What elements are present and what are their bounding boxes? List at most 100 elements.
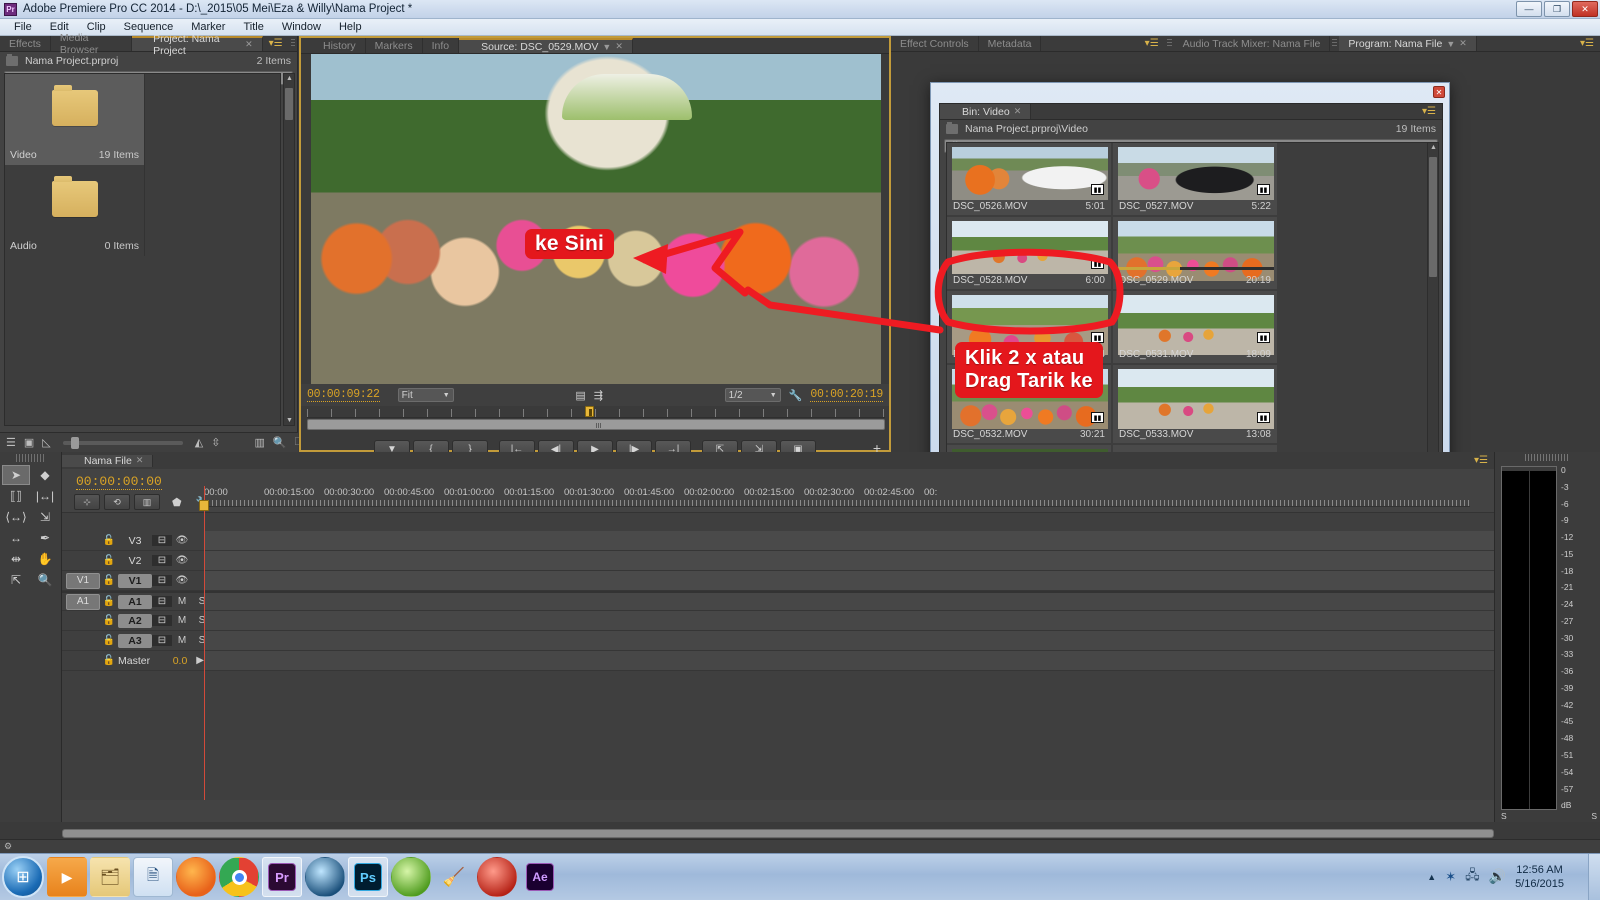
close-button[interactable]: ✕ <box>1572 1 1598 17</box>
eye-icon[interactable]: 👁 <box>172 575 192 586</box>
program-panel-menu-icon[interactable]: ▾☰ <box>1574 36 1600 51</box>
clip-item[interactable]: ▮▮ DSC_0531.MOV 18:09 <box>1113 291 1279 365</box>
show-desktop-button[interactable] <box>1588 854 1600 900</box>
restore-button[interactable]: ❐ <box>1544 1 1570 17</box>
zoom-reset-tool-icon[interactable]: ⇱ <box>2 570 30 590</box>
sync-lock-icon[interactable]: ⊟ <box>152 575 172 586</box>
track-row-v2[interactable]: 🔓 V2 ⊟ 👁 <box>62 551 1494 571</box>
selection-tool-icon[interactable]: ➤ <box>2 465 30 485</box>
track-row-master[interactable]: 🔓 Master 0.0 ▶◀ <box>62 651 1494 671</box>
tab-program-close-icon[interactable]: ✕ <box>1459 38 1467 49</box>
scroll-up-icon[interactable]: ▲ <box>286 75 293 82</box>
track-lane[interactable] <box>204 631 1494 650</box>
scroll-up-icon[interactable]: ▲ <box>1430 144 1437 151</box>
track-lane[interactable] <box>204 593 1494 610</box>
taskbar-text-editor-icon[interactable]: 🗎 <box>133 857 173 897</box>
track-row-a2[interactable]: 🔓 A2 ⊟ M S <box>62 611 1494 631</box>
track-lane[interactable] <box>204 611 1494 630</box>
find-icon[interactable]: 🔍 <box>273 436 287 449</box>
sync-lock-icon[interactable]: ⊟ <box>152 535 172 546</box>
clip-item-selected[interactable]: DSC_0529.MOV 20:19 <box>1113 217 1279 291</box>
taskbar-nero-burning-icon[interactable] <box>477 857 517 897</box>
sync-lock-icon[interactable]: ⊟ <box>152 596 172 607</box>
slide-tool-icon[interactable]: ⇹ <box>2 549 30 569</box>
effect-controls-menu-icon[interactable]: ▾☰ <box>1139 36 1165 51</box>
source-playhead[interactable] <box>585 406 594 417</box>
clock[interactable]: 12:56 AM 5/16/2015 <box>1515 863 1564 891</box>
add-marker-icon[interactable]: ▥ <box>134 494 160 510</box>
taskbar-kmplayer-icon[interactable] <box>391 857 431 897</box>
automate-to-sequence-icon[interactable]: ▥ <box>254 436 264 449</box>
project-panel-menu-icon[interactable]: ▾☰ <box>263 36 289 51</box>
zoom-in-icon[interactable]: ◭ <box>195 436 203 449</box>
tab-effects[interactable]: Effects <box>0 36 51 51</box>
meter-left-solo[interactable]: S <box>1501 811 1507 821</box>
mute-button[interactable]: M <box>172 635 192 646</box>
start-button[interactable]: ⊞ <box>2 856 44 898</box>
scroll-down-icon[interactable]: ▼ <box>286 417 293 424</box>
source-fit-dropdown[interactable]: Fit ▼ <box>397 388 454 402</box>
bluetooth-icon[interactable]: ✶ <box>1445 869 1456 885</box>
tab-metadata[interactable]: Metadata <box>978 36 1042 51</box>
zoom-out-icon[interactable]: ◺ <box>42 436 50 449</box>
track-lane[interactable] <box>204 571 1494 590</box>
menu-file[interactable]: File <box>5 20 41 34</box>
settings-wrench-icon[interactable]: 🔧 <box>789 389 803 402</box>
clip-item[interactable]: ▮▮ DSC_0527.MOV 5:22 <box>1113 143 1279 217</box>
taskbar-adobe-premiere-pro-icon[interactable]: Pr <box>262 857 302 897</box>
slip-tool-icon[interactable]: ↔ <box>2 528 30 548</box>
track-row-v3[interactable]: 🔓 V3 ⊟ 👁 <box>62 531 1494 551</box>
source-scrub-bar[interactable] <box>307 419 885 430</box>
mute-button[interactable]: M <box>172 596 192 607</box>
tab-source-monitor[interactable]: Source: DSC_0529.MOV ▼ ✕ <box>459 38 633 53</box>
slider-knob[interactable] <box>70 436 79 449</box>
eye-icon[interactable]: 👁 <box>172 555 192 566</box>
eye-icon[interactable]: 👁 <box>172 535 192 546</box>
tab-project[interactable]: Project: Nama Project ✕ <box>131 33 263 57</box>
track-name[interactable]: V3 <box>118 534 152 548</box>
source-indicator[interactable] <box>66 533 100 549</box>
source-indicator[interactable] <box>66 613 100 629</box>
razor-tool-icon[interactable]: ⇲ <box>31 507 59 527</box>
tab-markers[interactable]: Markers <box>365 38 423 53</box>
thumbnail-zoom-slider[interactable] <box>62 436 183 449</box>
track-lane[interactable] <box>204 651 1494 670</box>
lock-icon[interactable]: 🔓 <box>100 555 118 566</box>
timeline-horizontal-scrollbar[interactable] <box>62 829 1494 838</box>
tab-info[interactable]: Info <box>422 38 460 53</box>
lock-icon[interactable]: 🔓 <box>100 596 118 607</box>
track-lane[interactable] <box>204 531 1494 550</box>
source-time-ruler[interactable] <box>307 406 885 418</box>
source-current-time[interactable]: 00:00:09:22 <box>307 388 380 402</box>
master-level[interactable]: 0.0 <box>166 655 194 667</box>
icon-view-icon[interactable]: ▣ <box>24 436 34 449</box>
tab-project-close-icon[interactable]: ✕ <box>245 39 253 50</box>
zoom-tool-icon[interactable]: 🔍 <box>31 570 59 590</box>
rolling-edit-tool-icon[interactable]: |↔| <box>31 486 59 506</box>
tab-program-monitor[interactable]: Program: Nama File ▼ ✕ <box>1339 36 1477 51</box>
pen-tool-icon[interactable]: ✒ <box>31 528 59 548</box>
network-icon[interactable]: 🖧 <box>1465 866 1480 888</box>
source-monitor-video[interactable] <box>311 54 881 384</box>
settings-filmstrip-icon[interactable]: ▤ <box>575 389 585 402</box>
tab-source-close-icon[interactable]: ✕ <box>615 41 623 52</box>
scrollbar-thumb[interactable] <box>1429 157 1437 277</box>
clip-item[interactable]: ▮▮ DSC_0533.MOV 13:08 <box>1113 365 1279 445</box>
show-hidden-icons-icon[interactable]: ▲ <box>1427 872 1436 882</box>
sort-icon[interactable]: ⇳ <box>211 436 220 449</box>
lock-icon[interactable]: 🔓 <box>100 535 118 546</box>
tab-bin-video[interactable]: Bin: Video ✕ <box>940 104 1032 119</box>
source-indicator[interactable] <box>66 553 100 569</box>
tab-bin-close-icon[interactable]: ✕ <box>1014 106 1022 117</box>
track-name[interactable]: A1 <box>118 594 152 609</box>
taskbar-mozilla-firefox-icon[interactable] <box>176 857 216 897</box>
bin-item-audio[interactable]: Audio 0 Items <box>5 165 145 256</box>
menu-window[interactable]: Window <box>273 20 330 34</box>
sync-lock-icon[interactable]: ⊟ <box>152 555 172 566</box>
source-indicator[interactable] <box>66 633 100 649</box>
hand-tool-icon[interactable]: ✋ <box>31 549 59 569</box>
audio-meters-grip-icon[interactable] <box>1525 454 1570 461</box>
track-name[interactable]: V2 <box>118 554 152 568</box>
scrollbar-thumb[interactable] <box>285 88 293 120</box>
timeline-playhead[interactable] <box>199 486 209 800</box>
